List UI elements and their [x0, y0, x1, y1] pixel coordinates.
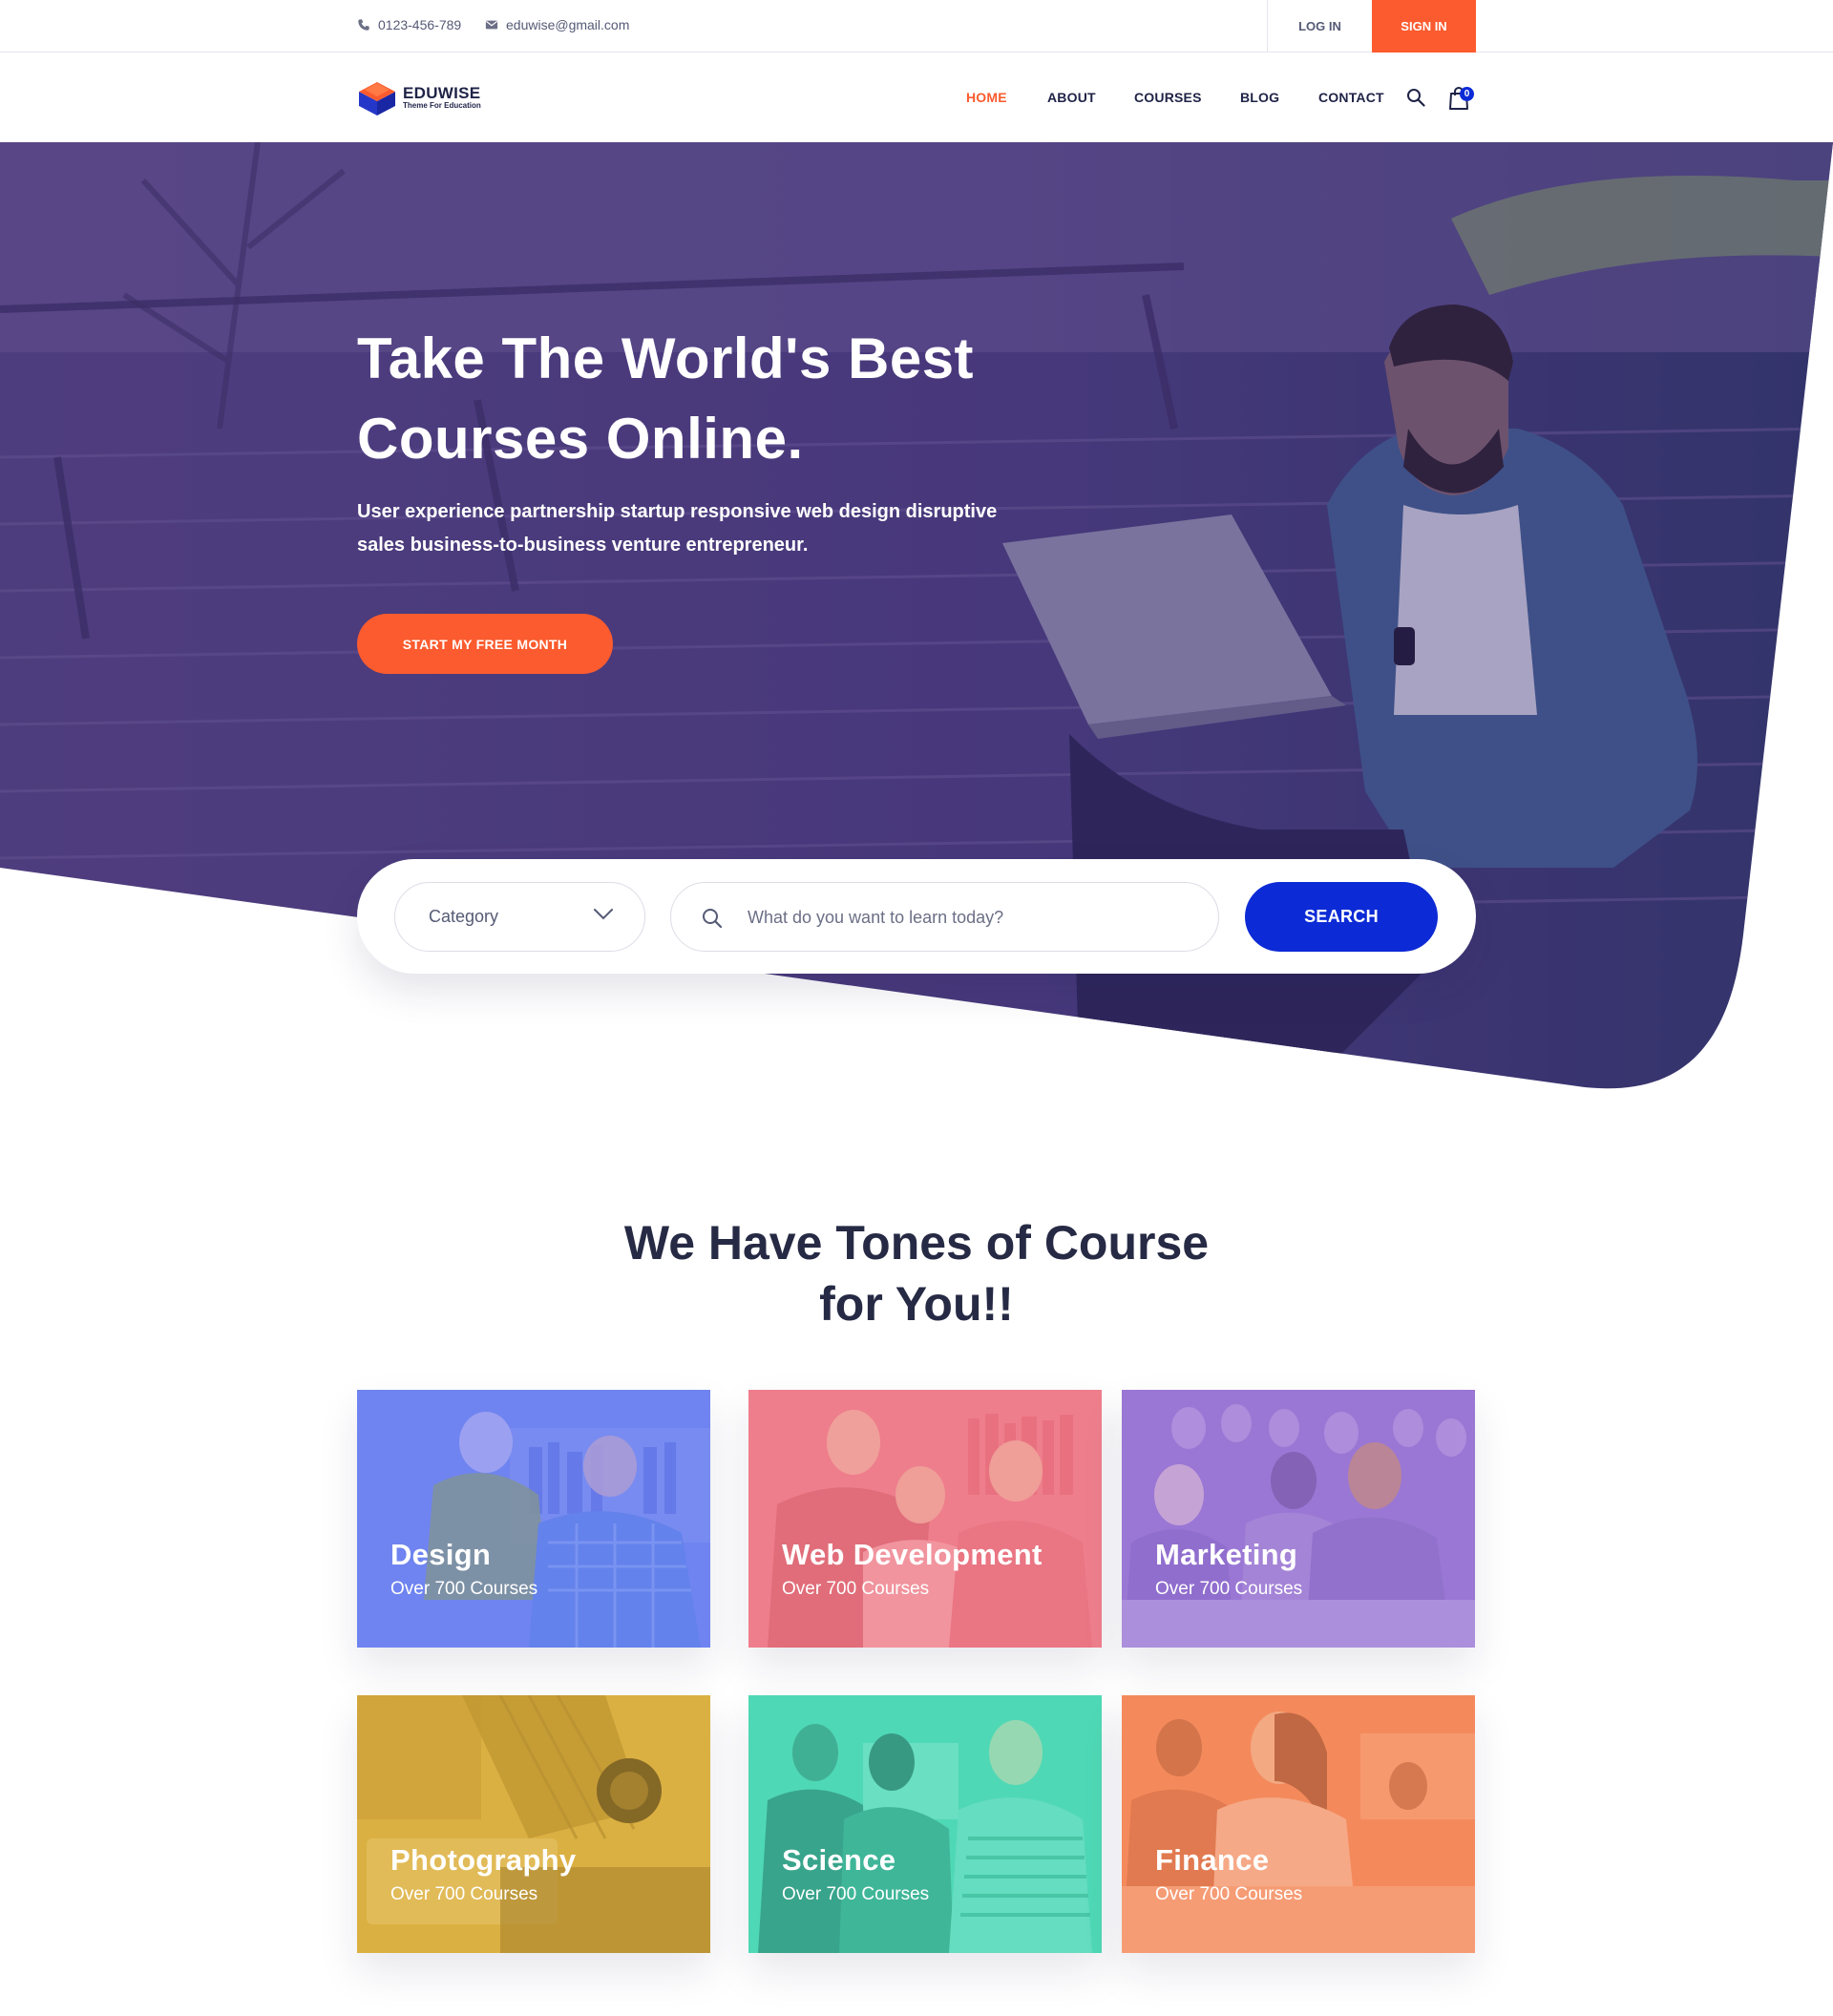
email-contact[interactable]: eduwise@gmail.com: [485, 17, 629, 32]
category-title: Design: [390, 1538, 492, 1571]
hero-title: Take The World's Best Courses Online.: [357, 319, 1083, 479]
category-count: Over 700 Courses: [1155, 1884, 1303, 1904]
cart-count-badge: 0: [1460, 87, 1474, 101]
category-title: Web Development: [782, 1538, 1043, 1571]
category-card-science[interactable]: Science Over 700 Courses: [748, 1695, 1102, 1953]
category-count: Over 700 Courses: [1155, 1579, 1303, 1599]
category-count: Over 700 Courses: [782, 1884, 930, 1904]
phone-icon: [358, 19, 369, 31]
photography-card-image: [357, 1695, 710, 1953]
start-free-month-button[interactable]: START MY FREE MONTH: [357, 614, 613, 674]
category-title: Marketing: [1155, 1538, 1298, 1571]
search-field: [670, 882, 1219, 952]
section-title-line2: for You!!: [819, 1277, 1014, 1331]
hero-subtitle-line1: User experience partnership startup resp…: [357, 501, 998, 522]
main-navbar: EDUWISE Theme For Education: [0, 53, 1833, 142]
brand-name: EDUWISE: [403, 83, 481, 102]
design-card-image: [357, 1390, 710, 1648]
search-icon[interactable]: [1406, 88, 1425, 107]
category-card-design[interactable]: Design Over 700 Courses: [357, 1390, 710, 1648]
search-button[interactable]: SEARCH: [1245, 882, 1438, 952]
phone-text: 0123-456-789: [378, 17, 462, 32]
hero-subtitle-line2: sales business-to-business venture entre…: [357, 535, 809, 556]
category-count: Over 700 Courses: [390, 1579, 538, 1599]
phone-contact[interactable]: 0123-456-789: [357, 17, 461, 32]
category-card-web-development[interactable]: Web Development Over 700 Courses: [748, 1390, 1102, 1648]
category-count: Over 700 Courses: [782, 1579, 930, 1599]
signin-button[interactable]: SIGN IN: [1372, 0, 1476, 52]
category-count: Over 700 Courses: [390, 1884, 538, 1904]
top-bar: 0123-456-789 eduwise@gmail.com LOG IN SI…: [0, 0, 1833, 52]
category-card-finance[interactable]: Finance Over 700 Courses: [1122, 1695, 1475, 1953]
section-title: We Have Tones of Course for You!!: [535, 1212, 1298, 1334]
hero-title-line2: Courses Online.: [357, 407, 804, 471]
category-title: Photography: [390, 1843, 577, 1877]
marketing-card-image: [1122, 1390, 1475, 1648]
nav-home[interactable]: HOME: [966, 90, 1007, 105]
category-card-marketing[interactable]: Marketing Over 700 Courses: [1122, 1390, 1475, 1648]
chevron-down-icon: [594, 909, 613, 920]
category-select-value: Category: [429, 907, 499, 926]
category-title: Science: [782, 1843, 896, 1877]
web-development-card-image: [748, 1390, 1102, 1648]
brand-logo[interactable]: EDUWISE Theme For Education: [357, 78, 481, 116]
course-search-panel: Category SEARCH: [357, 859, 1476, 974]
category-select[interactable]: Category: [394, 882, 645, 952]
search-icon: [703, 909, 723, 929]
envelope-icon: [485, 20, 498, 30]
login-button[interactable]: LOG IN: [1267, 0, 1372, 52]
category-title: Finance: [1155, 1843, 1270, 1877]
brand-tagline: Theme For Education: [403, 100, 481, 110]
hero-subtitle: User experience partnership startup resp…: [357, 495, 1025, 562]
finance-card-image: [1122, 1695, 1475, 1953]
search-input[interactable]: [748, 902, 1196, 933]
hero-title-line1: Take The World's Best: [357, 326, 975, 390]
email-text: eduwise@gmail.com: [506, 17, 630, 32]
nav-contact[interactable]: CONTACT: [1318, 90, 1384, 105]
category-card-photography[interactable]: Photography Over 700 Courses: [357, 1695, 710, 1953]
logo-mark-icon: [359, 82, 395, 116]
nav-about[interactable]: ABOUT: [1047, 90, 1096, 105]
nav-courses[interactable]: COURSES: [1134, 90, 1202, 105]
science-card-image: [748, 1695, 1102, 1953]
nav-blog[interactable]: BLOG: [1240, 90, 1279, 105]
section-title-line1: We Have Tones of Course: [623, 1216, 1210, 1270]
